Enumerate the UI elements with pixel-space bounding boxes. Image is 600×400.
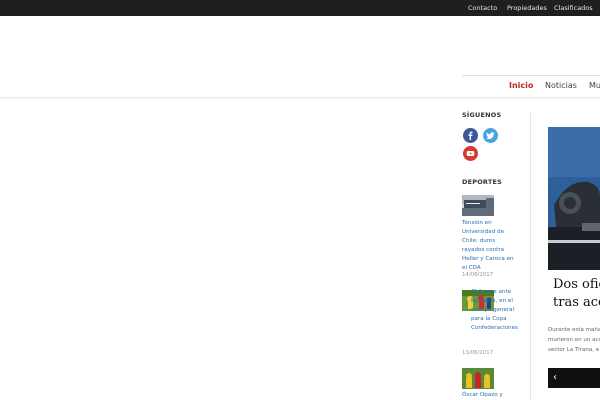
nav-item-noticias[interactable]: Noticias: [545, 81, 577, 91]
topbar-link-contacto[interactable]: Contacto: [468, 4, 497, 12]
article-thumbnail[interactable]: [462, 195, 494, 216]
slider-prev-button[interactable]: ‹: [549, 370, 561, 386]
main-nav: Inicio Noticias Mu: [462, 76, 600, 96]
topbar-link-propiedades[interactable]: Propiedades: [507, 4, 547, 12]
sports-section-title: DEPORTES: [462, 178, 502, 186]
column-divider: [530, 112, 531, 400]
article-thumbnail[interactable]: [462, 368, 494, 389]
article-date: 13/06/2017: [462, 350, 494, 356]
featured-excerpt: Durante esta maña murieron en un acc sec…: [548, 325, 600, 355]
topbar-link-clasificados[interactable]: Clasificados: [554, 4, 593, 12]
article-title-link[interactable]: Tensión en Universidad de Chile: duros r…: [462, 219, 517, 273]
featured-title-line: Dos ofic: [553, 277, 600, 292]
article-title-link[interactable]: Chile cae ante Rumania, en el ensayo gen…: [462, 288, 520, 333]
excerpt-line: Durante esta maña: [548, 327, 600, 333]
article-title-link[interactable]: Óscar Opazo y: [462, 391, 522, 400]
top-bar: Contacto Propiedades Clasificados: [0, 0, 600, 16]
featured-title[interactable]: Dos ofic tras acci: [553, 276, 600, 312]
article-date: 14/06/2017: [462, 272, 494, 278]
featured-image[interactable]: [548, 127, 600, 270]
follow-section-title: SÍGUENOS: [462, 111, 502, 119]
nav-item-inicio[interactable]: Inicio: [509, 81, 533, 91]
excerpt-line: murieron en un acc: [548, 337, 600, 343]
youtube-icon[interactable]: [463, 146, 478, 161]
twitter-icon[interactable]: [483, 128, 498, 143]
nav-item-mundo[interactable]: Mu: [589, 81, 600, 91]
featured-title-line: tras acci: [553, 295, 600, 310]
excerpt-line: sector La Tirana, e: [548, 347, 600, 353]
facebook-icon[interactable]: [463, 128, 478, 143]
